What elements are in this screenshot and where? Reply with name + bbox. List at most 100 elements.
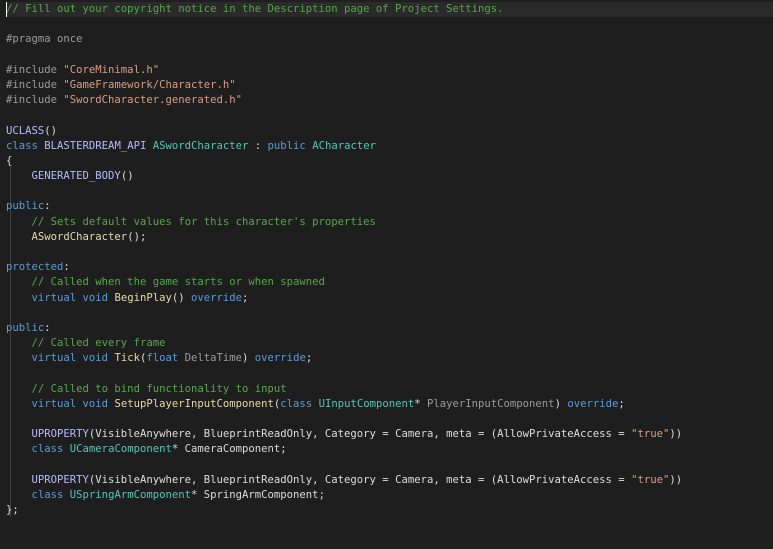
code-token: virtual	[31, 291, 83, 304]
code-line[interactable]: #include "SwordCharacter.generated.h"	[6, 93, 773, 108]
code-line[interactable]: class UCameraComponent* CameraComponent;	[6, 442, 773, 457]
code-line[interactable]	[6, 306, 773, 321]
code-token: "GameFramework/Character.h"	[63, 78, 236, 91]
code-token: };	[6, 504, 19, 517]
code-line[interactable]	[6, 184, 773, 199]
code-line[interactable]: protected:	[6, 260, 773, 275]
code-line[interactable]: #pragma once	[6, 32, 773, 47]
code-token: float	[146, 352, 185, 365]
code-token: class	[6, 139, 45, 152]
code-token: SpringArmComponent	[203, 489, 319, 501]
code-token: // Fill out your copyright notice in the…	[6, 3, 504, 15]
code-token: BeginPlay	[114, 291, 172, 304]
code-token: virtual	[31, 352, 83, 365]
code-line[interactable]	[6, 367, 773, 382]
code-token: SetupPlayerInputComponent	[114, 397, 274, 410]
code-token: :	[44, 321, 51, 334]
code-token: public	[6, 200, 45, 213]
code-token: BLASTERDREAM_API	[44, 139, 153, 152]
code-token: ACharacter	[312, 139, 376, 152]
code-token: void	[82, 291, 115, 304]
code-line[interactable]: };	[6, 503, 773, 518]
text-cursor	[6, 2, 7, 17]
code-line[interactable]: ASwordCharacter();	[6, 230, 773, 245]
code-line[interactable]	[6, 245, 773, 260]
code-token: (VisibleAnywhere, BlueprintReadOnly, Cat…	[88, 473, 632, 486]
code-token: "SwordCharacter.generated.h"	[63, 94, 242, 107]
code-line[interactable]: virtual void Tick(float DeltaTime) overr…	[6, 351, 773, 366]
code-token: *	[171, 443, 185, 456]
code-line[interactable]: UPROPERTY(VisibleAnywhere, BlueprintRead…	[6, 473, 773, 488]
code-token: class	[280, 397, 319, 410]
code-token: #pragma once	[6, 33, 83, 46]
code-line[interactable]	[6, 17, 773, 32]
code-token: #include	[6, 63, 64, 76]
code-token: GENERATED_BODY	[31, 170, 121, 183]
code-token: *	[414, 397, 427, 410]
code-line[interactable]	[6, 412, 773, 427]
code-line[interactable]: #include "CoreMinimal.h"	[6, 63, 773, 78]
code-token: ;	[242, 291, 249, 304]
code-line[interactable]: class USpringArmComponent* SpringArmComp…	[6, 488, 773, 503]
code-token: // Called to bind functionality to input	[31, 382, 287, 395]
code-line[interactable]: UPROPERTY(VisibleAnywhere, BlueprintRead…	[6, 427, 773, 442]
code-line[interactable]: // Called to bind functionality to input	[6, 382, 773, 397]
code-line[interactable]: // Called when the game starts or when s…	[6, 275, 773, 290]
code-token: ))	[669, 473, 683, 486]
code-token: :	[248, 139, 268, 152]
code-line[interactable]: public:	[6, 199, 773, 214]
code-editor[interactable]: // Fill out your copyright notice in the…	[0, 0, 773, 549]
code-line[interactable]: // Sets default values for this characte…	[6, 215, 773, 230]
code-token: UPROPERTY	[31, 428, 89, 441]
code-token: ;	[305, 352, 313, 365]
code-token: #include	[6, 78, 64, 91]
code-line[interactable]: // Fill out your copyright notice in the…	[6, 2, 773, 18]
code-token: ()	[120, 170, 134, 183]
code-token: class	[31, 443, 70, 456]
code-line[interactable]: UCLASS()	[6, 124, 773, 139]
code-line[interactable]: GENERATED_BODY()	[6, 169, 773, 184]
code-token: public	[6, 321, 45, 334]
code-line[interactable]	[6, 108, 773, 123]
code-line[interactable]: virtual void BeginPlay() override;	[6, 291, 773, 306]
code-token: void	[82, 397, 115, 410]
code-line[interactable]: #include "GameFramework/Character.h"	[6, 78, 773, 93]
code-line[interactable]	[6, 458, 773, 473]
code-line[interactable]: {	[6, 154, 773, 169]
code-token: DeltaTime	[184, 352, 243, 365]
code-line[interactable]: // Called every frame	[6, 336, 773, 351]
code-token: ))	[669, 428, 683, 441]
code-token: virtual	[31, 397, 83, 410]
code-token: void	[82, 352, 115, 365]
code-token: ASwordCharacter	[31, 230, 128, 243]
code-line[interactable]: public:	[6, 321, 773, 336]
code-token: :	[63, 261, 70, 274]
code-token: override	[567, 397, 619, 410]
code-token: public	[267, 139, 313, 152]
code-line[interactable]: class BLASTERDREAM_API ASwordCharacter :…	[6, 139, 773, 154]
code-token: (VisibleAnywhere, BlueprintReadOnly, Cat…	[88, 428, 632, 441]
code-token: override	[190, 291, 243, 304]
code-token: )	[242, 352, 255, 365]
code-token: :	[44, 200, 51, 213]
code-token: protected	[6, 261, 64, 274]
code-token: UInputComponent	[318, 397, 415, 410]
code-line[interactable]	[6, 48, 773, 63]
code-token: // Sets default values for this characte…	[31, 215, 376, 228]
code-area[interactable]: // Fill out your copyright notice in the…	[6, 2, 773, 518]
code-token: )	[554, 397, 568, 410]
code-token: "true"	[631, 473, 670, 486]
code-line[interactable]: virtual void SetupPlayerInputComponent(c…	[6, 397, 773, 412]
code-token: ASwordCharacter	[152, 139, 249, 152]
code-token: UCameraComponent	[69, 443, 172, 456]
code-token: PlayerInputComponent	[427, 397, 555, 410]
